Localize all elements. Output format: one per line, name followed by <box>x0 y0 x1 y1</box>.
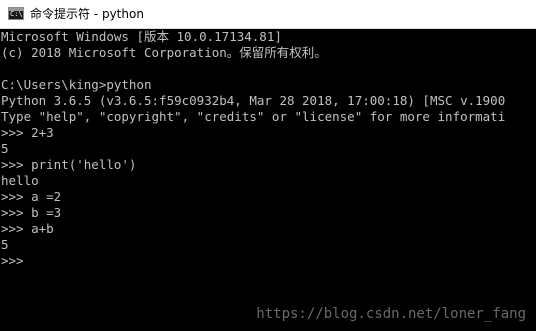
console-line: >>> a+b <box>1 221 54 236</box>
console-line: Python 3.6.5 (v3.6.5:f59c0932b4, Mar 28 … <box>1 93 506 108</box>
console-line: Microsoft Windows [版本 10.0.17134.81] <box>1 29 282 44</box>
window-title: 命令提示符 - python <box>30 7 144 21</box>
console-line: C:\Users\king>python <box>1 77 152 92</box>
console-line: Type "help", "copyright", "credits" or "… <box>1 109 506 124</box>
console-lines: Microsoft Windows [版本 10.0.17134.81] (c)… <box>1 29 505 269</box>
console-line: >>> a =2 <box>1 189 62 204</box>
title-bar[interactable]: C:\ 命令提示符 - python <box>0 0 536 29</box>
console-line: >>> print('hello') <box>1 157 137 172</box>
cmd-icon[interactable]: C:\ <box>8 7 24 20</box>
console-line: hello <box>1 173 39 188</box>
cmd-icon-glyph: C:\ <box>10 10 23 18</box>
console-line: 5 <box>1 237 9 252</box>
command-prompt-window: C:\ 命令提示符 - python Microsoft Windows [版本… <box>0 0 536 331</box>
console-output[interactable]: Microsoft Windows [版本 10.0.17134.81] (c)… <box>0 29 536 331</box>
console-prompt-line[interactable]: >>> <box>1 253 505 269</box>
watermark-url: https://blog.csdn.net/loner_fang <box>256 306 526 322</box>
console-line: (c) 2018 Microsoft Corporation。保留所有权利。 <box>1 45 327 60</box>
console-line: >>> b =3 <box>1 205 62 220</box>
console-line: >>> 2+3 <box>1 125 54 140</box>
console-line: 5 <box>1 141 9 156</box>
